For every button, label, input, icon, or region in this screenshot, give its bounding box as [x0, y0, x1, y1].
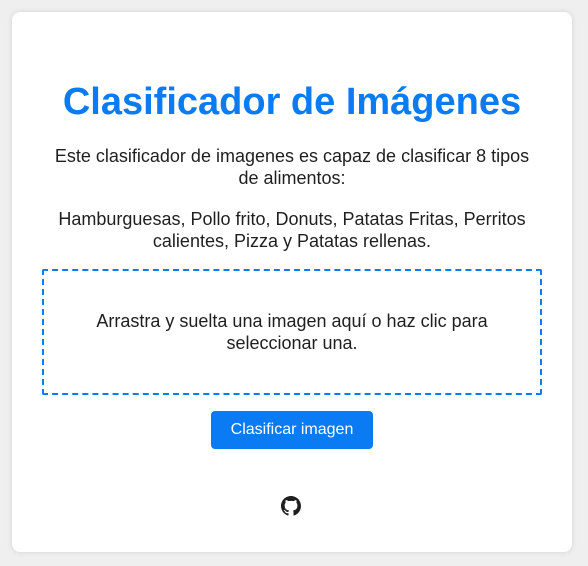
github-link[interactable] [281, 496, 301, 516]
image-dropzone[interactable]: Arrastra y suelta una imagen aquí o haz … [42, 269, 542, 395]
dropzone-label: Arrastra y suelta una imagen aquí o haz … [96, 311, 488, 353]
github-icon [281, 496, 301, 516]
intro-text: Este clasificador de imagenes es capaz d… [54, 146, 530, 188]
page-title: Clasificador de Imágenes [62, 81, 522, 123]
classifier-card: Clasificador de Imágenes Este clasificad… [12, 12, 572, 552]
classify-image-button[interactable]: Clasificar imagen [211, 411, 373, 449]
categories-text: Hamburguesas, Pollo frito, Donuts, Patat… [58, 209, 526, 251]
